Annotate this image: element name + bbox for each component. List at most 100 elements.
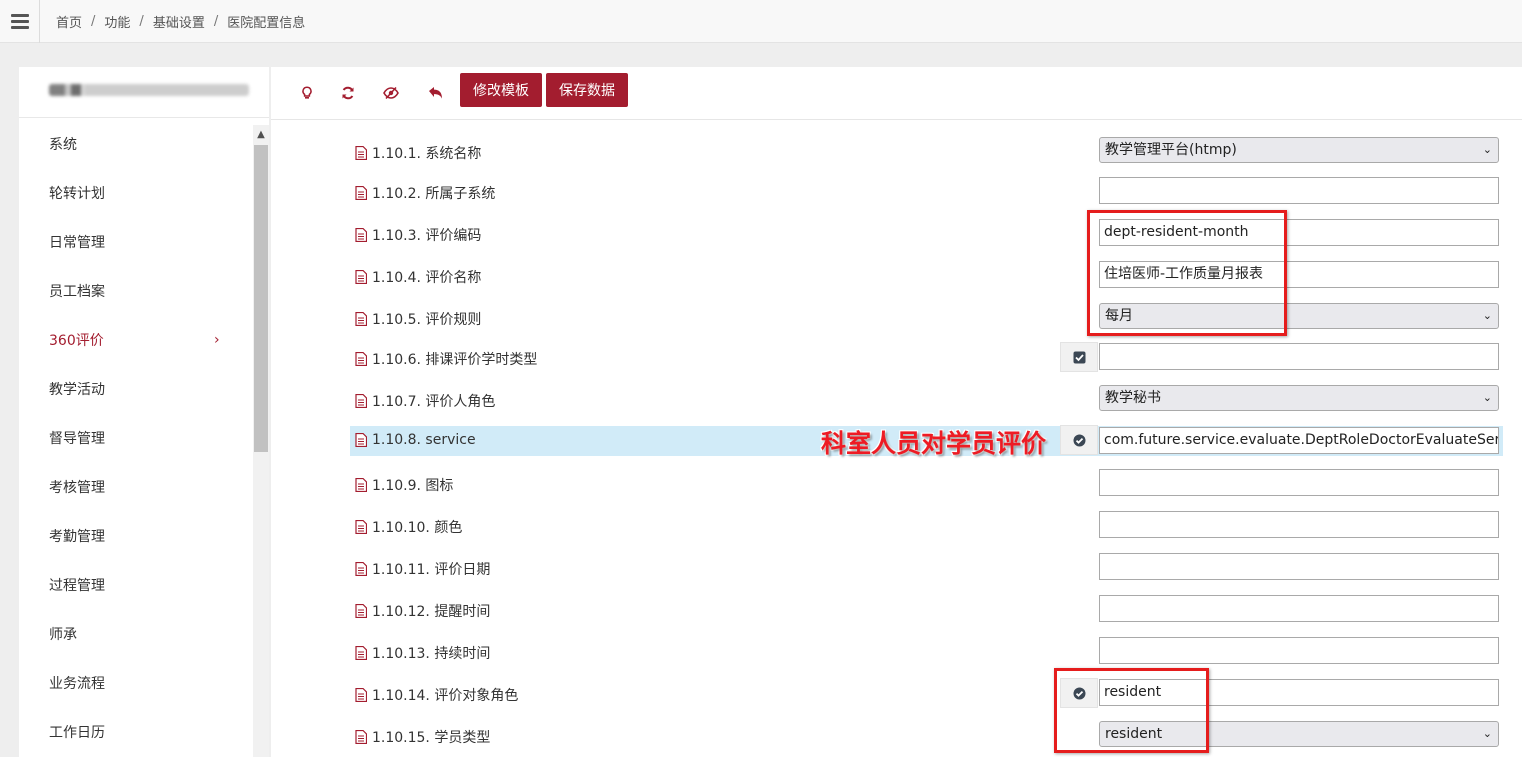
scroll-thumb[interactable] [254, 145, 268, 452]
row-label: 1.10.6. 排课评价学时类型 [372, 352, 538, 368]
toolbar: 修改模板 保存数据 [271, 67, 1522, 120]
main-panel: 修改模板 保存数据 1.10.1. 系统名称 教学管理平台(htmp) ⌄ 1.1… [271, 67, 1522, 757]
document-icon [355, 146, 367, 160]
sidebar-item-process[interactable]: 过程管理 [19, 560, 253, 609]
sidebar-item-mentorship[interactable]: 师承 [19, 609, 253, 658]
row-label: 1.10.2. 所属子系统 [372, 186, 496, 202]
breadcrumb-basic-settings[interactable]: 基础设置 [153, 12, 205, 31]
sidebar-item-teaching-activity[interactable]: 教学活动 [19, 364, 253, 413]
form-row-class-hour-type: 1.10.6. 排课评价学时类型 [350, 342, 1522, 373]
sidebar-item-rotation-plan[interactable]: 轮转计划 [19, 168, 253, 217]
document-icon [355, 433, 367, 447]
reminder-time-input[interactable] [1099, 595, 1499, 622]
circle-check-icon[interactable] [1060, 425, 1098, 455]
sidebar-item-360-evaluation[interactable]: 360评价 › [19, 315, 253, 364]
sidebar-item-daily-management[interactable]: 日常管理 [19, 217, 253, 266]
form-row-evaluation-rule: 1.10.5. 评价规则 每月 ⌄ [350, 303, 1522, 333]
document-icon [355, 730, 367, 744]
duration-input[interactable] [1099, 637, 1499, 664]
icon-input[interactable] [1099, 469, 1499, 496]
document-icon [355, 228, 367, 242]
row-label: 1.10.11. 评价日期 [372, 562, 491, 578]
save-data-button[interactable]: 保存数据 [546, 73, 628, 107]
sidebar-item-workflow[interactable]: 业务流程 [19, 658, 253, 707]
row-label: 1.10.14. 评价对象角色 [372, 688, 519, 704]
breadcrumb-home[interactable]: 首页 [56, 12, 82, 31]
sidebar-item-assessment[interactable]: 考核管理 [19, 462, 253, 511]
document-icon [355, 562, 367, 576]
form-row-evaluator-role: 1.10.7. 评价人角色 教学秘书 ⌄ [350, 385, 1522, 415]
form-row-subsystem: 1.10.2. 所属子系统 [350, 177, 1522, 207]
lightbulb-icon[interactable] [296, 82, 318, 104]
annotation-label: 科室人员对学员评价 [821, 429, 1047, 458]
eye-slash-icon[interactable] [380, 82, 402, 104]
subsystem-input[interactable] [1099, 177, 1499, 204]
sidebar-scrollbar[interactable]: ▲ [253, 125, 269, 757]
evaluation-rule-select[interactable]: 每月 ⌄ [1099, 303, 1499, 329]
sidebar-item-supervision[interactable]: 督导管理 [19, 413, 253, 462]
breadcrumb-current: 医院配置信息 [227, 16, 306, 31]
sidebar-item-attendance[interactable]: 考勤管理 [19, 511, 253, 560]
evaluator-role-select[interactable]: 教学秘书 ⌄ [1099, 385, 1499, 411]
hospital-logo [19, 67, 269, 118]
document-icon [355, 478, 367, 492]
class-hour-type-input[interactable] [1099, 343, 1499, 370]
form-row-system-name: 1.10.1. 系统名称 教学管理平台(htmp) ⌄ [350, 137, 1522, 167]
form-row-reminder-time: 1.10.12. 提醒时间 [350, 595, 1522, 625]
row-label: 1.10.7. 评价人角色 [372, 394, 496, 410]
document-icon [355, 352, 367, 366]
chevron-down-icon: ⌄ [1482, 391, 1492, 404]
form-row-trainee-type: 1.10.15. 学员类型 resident ⌄ [350, 721, 1522, 751]
breadcrumb-function[interactable]: 功能 [104, 12, 130, 31]
chevron-down-icon: ⌄ [1482, 309, 1492, 322]
row-label: 1.10.9. 图标 [372, 478, 454, 494]
document-icon [355, 186, 367, 200]
top-bar: 首页 / 功能 / 基础设置 / 医院配置信息 [0, 0, 1522, 43]
evaluation-code-input[interactable]: dept-resident-month [1099, 219, 1499, 246]
edit-template-button[interactable]: 修改模板 [460, 73, 542, 107]
chevron-down-icon: ⌄ [1482, 727, 1492, 740]
sidebar-item-work-calendar[interactable]: 工作日历 [19, 707, 253, 756]
row-label: 1.10.13. 持续时间 [372, 646, 491, 662]
row-label: 1.10.4. 评价名称 [372, 270, 482, 286]
document-icon [355, 312, 367, 326]
undo-icon[interactable] [424, 82, 446, 104]
scroll-up-arrow-icon[interactable]: ▲ [253, 125, 269, 143]
document-icon [355, 688, 367, 702]
circle-check-icon[interactable] [1060, 678, 1098, 708]
row-label: 1.10.5. 评价规则 [372, 312, 482, 328]
system-name-select[interactable]: 教学管理平台(htmp) ⌄ [1099, 137, 1499, 163]
sidebar: 系统 轮转计划 日常管理 员工档案 360评价 › 教学活动 督导管理 考核管理 … [19, 67, 269, 757]
chevron-right-icon: › [214, 331, 220, 348]
form-row-duration: 1.10.13. 持续时间 [350, 637, 1522, 667]
form-row-evaluation-name: 1.10.4. 评价名称 住培医师-工作质量月报表 [350, 261, 1522, 291]
chevron-down-icon: ⌄ [1482, 143, 1492, 156]
row-label: 1.10.3. 评价编码 [372, 228, 482, 244]
row-label: 1.10.8. service [372, 432, 476, 448]
sidebar-item-employee-archive[interactable]: 员工档案 [19, 266, 253, 315]
document-icon [355, 394, 367, 408]
evaluation-name-input[interactable]: 住培医师-工作质量月报表 [1099, 261, 1499, 288]
document-icon [355, 604, 367, 618]
form-row-target-role: 1.10.14. 评价对象角色 resident [350, 678, 1522, 709]
target-role-input[interactable]: resident [1099, 679, 1499, 706]
document-icon [355, 270, 367, 284]
color-input[interactable] [1099, 511, 1499, 538]
row-label: 1.10.12. 提醒时间 [372, 604, 491, 620]
evaluation-date-input[interactable] [1099, 553, 1499, 580]
sidebar-item-system[interactable]: 系统 [19, 119, 253, 168]
form-row-evaluation-code: 1.10.3. 评价编码 dept-resident-month [350, 219, 1522, 249]
square-check-icon[interactable] [1060, 342, 1098, 372]
row-label: 1.10.15. 学员类型 [372, 730, 491, 746]
form-row-color: 1.10.10. 颜色 [350, 511, 1522, 541]
breadcrumb: 首页 / 功能 / 基础设置 / 医院配置信息 [56, 12, 306, 31]
service-input[interactable]: com.future.service.evaluate.DeptRoleDoct… [1099, 427, 1499, 454]
form-row-evaluation-date: 1.10.11. 评价日期 [350, 553, 1522, 583]
row-label: 1.10.1. 系统名称 [372, 146, 482, 162]
refresh-icon[interactable] [337, 82, 359, 104]
document-icon [355, 520, 367, 534]
document-icon [355, 646, 367, 660]
menu-toggle-icon[interactable] [0, 0, 40, 43]
trainee-type-select[interactable]: resident ⌄ [1099, 721, 1499, 747]
sidebar-nav: 系统 轮转计划 日常管理 员工档案 360评价 › 教学活动 督导管理 考核管理 … [19, 119, 253, 756]
